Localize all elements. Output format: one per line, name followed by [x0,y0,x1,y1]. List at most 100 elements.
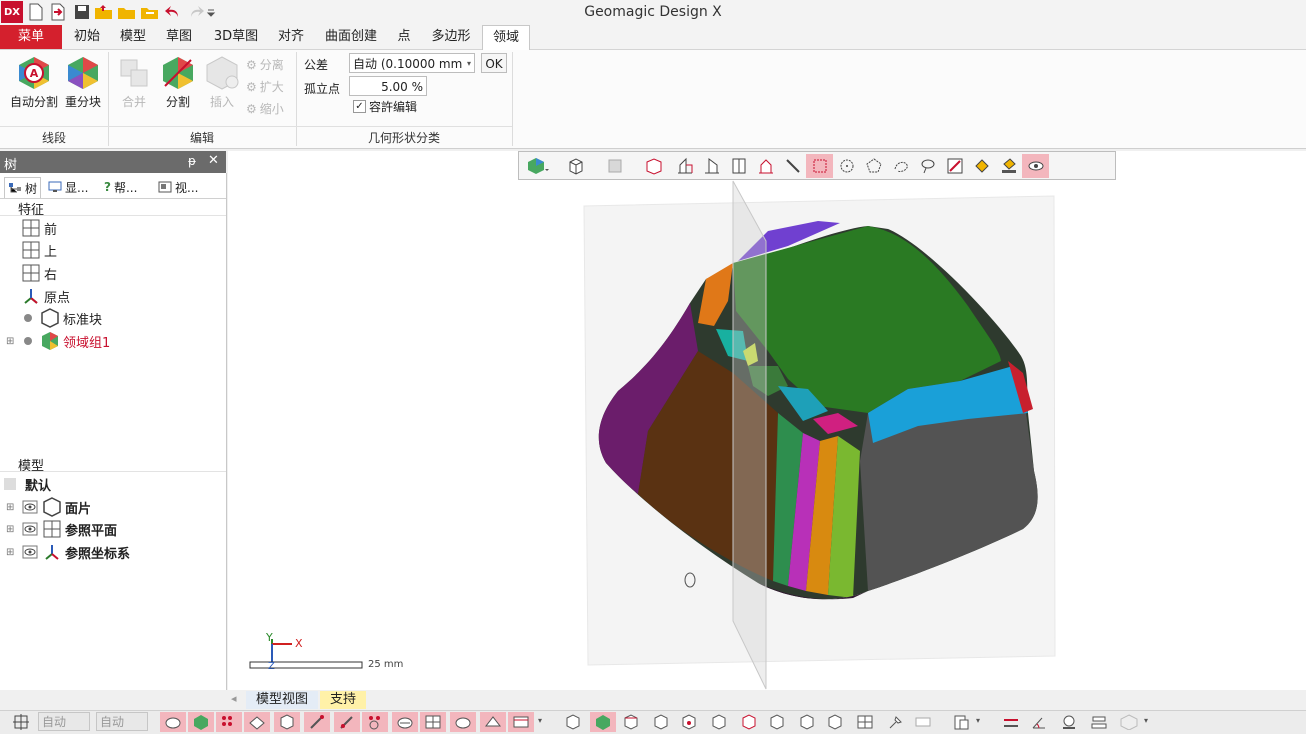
tab-surface-creation[interactable]: 曲面创建 [318,25,384,49]
view-bottom-icon[interactable] [764,712,790,732]
iso-view-icon[interactable] [752,154,779,178]
select-body-icon[interactable] [274,712,300,732]
panel-tab-tree[interactable]: 树 [4,177,42,199]
3d-viewport[interactable]: Y X Z 25 mm [228,151,1306,690]
tree-item-top[interactable]: 上 [22,239,57,261]
isolated-points-input[interactable]: 5.00 % [349,76,427,96]
section-view-icon[interactable] [637,154,671,178]
tree-item-ref-csys[interactable]: ⊞ 参照坐标系 [6,541,130,563]
render-style-icon[interactable] [597,154,637,178]
measure-area-icon[interactable] [1086,712,1112,732]
tree-item-region-group[interactable]: ⊞ 领域组1 [6,330,110,352]
measure-distance-icon[interactable] [998,712,1024,732]
select-feature-icon[interactable] [480,712,506,732]
select-plane-icon[interactable] [392,712,418,732]
eye-icon[interactable] [22,522,38,536]
clipboard-icon[interactable] [948,712,974,732]
tab-model-view[interactable]: 模型视图 [246,691,319,709]
view-region-icon[interactable] [590,712,616,732]
rectangle-select-icon[interactable] [806,153,833,178]
tab-initial[interactable]: 初始 [66,25,108,49]
view-back-icon[interactable] [648,712,674,732]
tree-item-default[interactable]: 默认 [4,473,51,495]
tab-polygon[interactable]: 多边形 [424,25,478,49]
expand-plus-icon[interactable]: ⊞ [6,547,18,558]
pin-icon[interactable]: ᵽ [188,154,196,168]
select-points-icon[interactable] [216,712,242,732]
paint-fill-icon[interactable] [968,154,995,178]
polygon-select-icon[interactable] [860,154,887,178]
view-right-icon[interactable] [706,712,732,732]
view-pin-icon[interactable] [882,712,908,732]
chevron-down-icon[interactable]: ▾ [976,716,980,725]
circle-select-icon[interactable] [833,154,860,178]
tree-item-standard-block[interactable]: 标准块 [24,307,102,329]
tab-support[interactable]: 支持 [320,691,367,709]
select-grid-icon[interactable] [420,712,446,732]
expand-plus-icon[interactable]: ⊞ [6,524,18,535]
visible-only-icon[interactable] [1022,153,1049,178]
brush-select-icon[interactable] [941,154,968,178]
paint-area-icon[interactable] [995,154,1022,178]
select-measure-icon[interactable] [508,712,534,732]
panel-tab-help[interactable]: ? 帮... [104,177,137,197]
panel-tab-view[interactable]: 视... [158,177,198,197]
allow-edit-checkbox[interactable]: ✓ [353,100,366,113]
tab-sketch[interactable]: 草图 [158,25,200,49]
tab-point[interactable]: 点 [390,25,418,49]
tree-item-right[interactable]: 右 [22,262,57,284]
close-icon[interactable]: ✕ [208,153,219,168]
side-view-icon[interactable] [725,154,752,178]
view-grid-icon[interactable] [852,712,878,732]
select-curve-icon[interactable] [334,712,360,732]
tab-menu[interactable]: 菜单 [0,25,62,49]
view-left-icon[interactable] [676,712,702,732]
select-sketch-icon[interactable] [450,712,476,732]
view-top-icon[interactable] [736,712,762,732]
filter-select-1[interactable]: 自动 [38,712,90,731]
lasso-select-icon[interactable] [914,154,941,178]
expand-button: ⚙ 扩大 [246,78,284,95]
tab-region[interactable]: 领域 [482,25,530,50]
split-button[interactable]: 分割 [158,56,198,110]
select-vertex-icon[interactable] [160,712,186,732]
view-iso-icon[interactable] [794,712,820,732]
line-select-icon[interactable] [779,154,806,178]
filter-select-2[interactable]: 自动 [96,712,148,731]
chevron-down-icon[interactable]: ▾ [538,716,542,725]
expand-plus-icon[interactable]: ⊞ [6,502,18,513]
tree-item-ref-plane[interactable]: ⊞ 参照平面 [6,518,117,540]
tree-item-origin[interactable]: 原点 [22,285,70,307]
measure-radius-icon[interactable] [1056,712,1082,732]
panel-tab-display[interactable]: 显... [48,177,88,197]
cube-icon[interactable] [557,154,597,178]
select-region-icon[interactable] [188,712,214,732]
view-trimetric-icon[interactable] [822,712,848,732]
tab-3d-sketch[interactable]: 3D草图 [206,25,266,49]
ok-button[interactable]: OK [481,53,507,73]
tab-align[interactable]: 对齐 [270,25,312,49]
eye-icon[interactable] [22,500,38,514]
select-face-icon[interactable] [244,712,270,732]
tree-item-mesh[interactable]: ⊞ 面片 [6,496,91,518]
view-front-icon[interactable] [618,712,644,732]
eye-icon[interactable] [22,545,38,559]
auto-segment-button[interactable]: A 自动分割 [6,56,62,110]
tree-item-front[interactable]: 前 [22,217,57,239]
measure-angle-icon[interactable] [1026,712,1052,732]
back-view-icon[interactable] [698,154,725,178]
tolerance-select[interactable]: 自动 (0.10000 mm ▾ [349,53,475,73]
tab-model[interactable]: 模型 [112,25,154,49]
resegment-button[interactable]: 重分块 [60,56,106,110]
view-mode-icon[interactable] [519,154,557,178]
select-point-cloud-icon[interactable] [362,712,388,732]
expand-plus-icon[interactable]: ⊞ [6,336,18,347]
front-view-icon[interactable] [671,154,698,178]
view-cube-icon[interactable] [560,712,586,732]
select-edge-icon[interactable] [304,712,330,732]
freeform-select-icon[interactable] [887,154,914,178]
scroll-left-icon[interactable]: ◂ [231,692,237,705]
snap-select-icon[interactable] [8,712,34,732]
view-section-icon[interactable] [910,712,936,732]
chevron-down-icon[interactable]: ▾ [1144,716,1148,725]
